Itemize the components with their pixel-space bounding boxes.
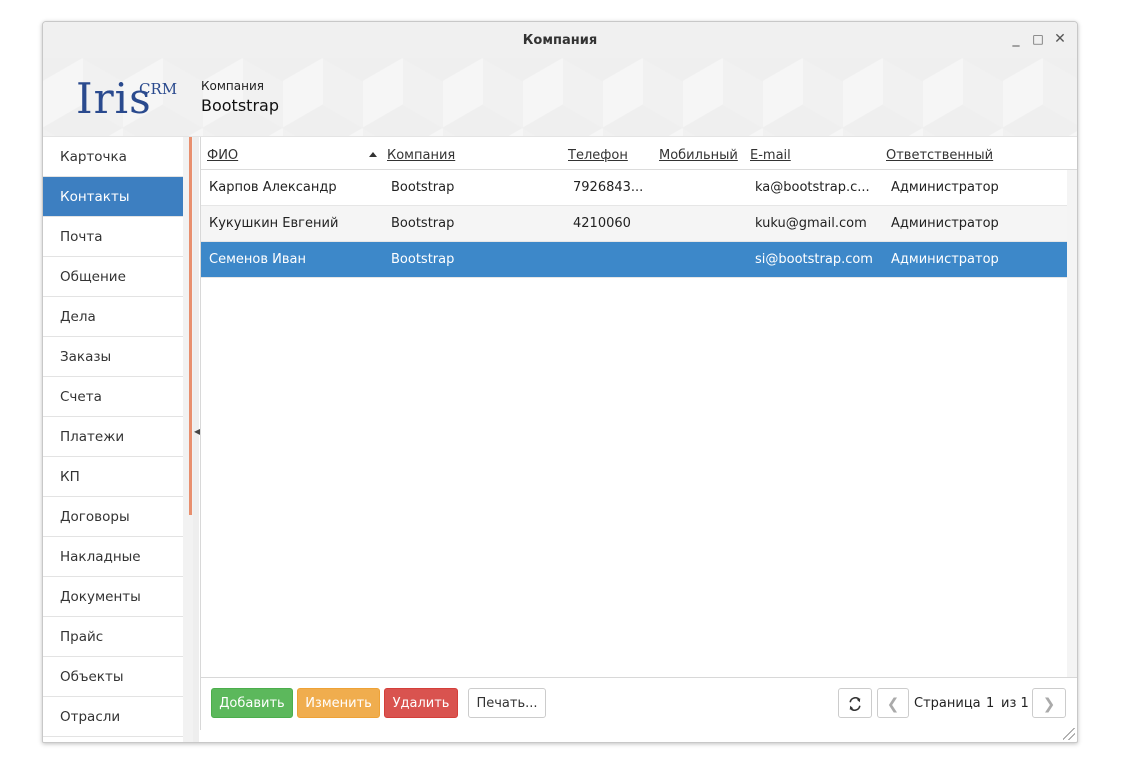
cell-owner: Администратор	[891, 180, 999, 195]
page-label: Страница	[914, 696, 981, 711]
sidebar-item[interactable]: Договоры	[43, 497, 183, 537]
contacts-grid: ФИО Компания Телефон Мобильный E-mail От…	[200, 137, 1077, 677]
cell-email: ka@bootstrap.c...	[755, 180, 870, 195]
add-button[interactable]: Добавить	[211, 688, 293, 718]
cell-phone: 4210060	[573, 216, 631, 231]
cell-owner: Администратор	[891, 216, 999, 231]
header: Iris CRM Компания Bootstrap	[43, 58, 1077, 137]
column-header-company[interactable]: Компания	[387, 148, 455, 163]
table-row[interactable]: Карпов Александр Bootstrap 7926843... ka@bo…	[201, 170, 1067, 206]
current-page[interactable]: 1	[986, 696, 994, 711]
table-row[interactable]: Кукушкин Евгений Bootstrap 4210060 kuku@gma…	[201, 206, 1067, 242]
column-header-mobile[interactable]: Мобильный	[659, 148, 738, 163]
cell-company: Bootstrap	[391, 180, 455, 195]
titlebar[interactable]: Компания _ □ ✕	[43, 22, 1077, 59]
cell-owner: Администратор	[891, 252, 999, 267]
cell-fio: Карпов Александр	[209, 180, 337, 195]
splitter-handle[interactable]	[189, 137, 192, 515]
chevron-left-icon: ❮	[886, 695, 900, 713]
sidebar-item[interactable]: Почта	[43, 217, 183, 257]
sidebar-item[interactable]: Дела	[43, 297, 183, 337]
company-label: Компания	[201, 79, 264, 93]
refresh-button[interactable]	[838, 688, 872, 718]
sidebar-item[interactable]: Платежи	[43, 417, 183, 457]
cell-company: Bootstrap	[391, 216, 455, 231]
sidebar-item[interactable]: Заказы	[43, 337, 183, 377]
column-header-phone[interactable]: Телефон	[568, 148, 628, 163]
minimize-icon[interactable]: _	[1009, 31, 1023, 47]
cell-email: si@bootstrap.com	[755, 252, 873, 267]
sidebar-item[interactable]: КП	[43, 457, 183, 497]
window-title: Компания	[522, 33, 598, 48]
grid-body: Карпов Александр Bootstrap 7926843... ka@bo…	[201, 170, 1077, 278]
cell-fio: Кукушкин Евгений	[209, 216, 339, 231]
column-header-fio[interactable]: ФИО	[207, 148, 238, 163]
grid-scrollbar[interactable]	[1067, 170, 1077, 677]
sidebar-item[interactable]: Прайс	[43, 617, 183, 657]
sidebar-item[interactable]: Карточка	[43, 137, 183, 177]
maximize-icon[interactable]: □	[1031, 31, 1045, 47]
sidebar: Карточка Контакты Почта Общение Дела Заказы Сч…	[43, 137, 183, 742]
logo: Iris CRM	[76, 78, 177, 120]
table-row[interactable]: Семенов Иван Bootstrap si@bootstrap.com Адм…	[201, 242, 1067, 278]
refresh-icon	[849, 697, 861, 711]
splitter-track[interactable]	[193, 137, 199, 742]
cell-phone: 7926843...	[573, 180, 644, 195]
cell-email: kuku@gmail.com	[755, 216, 867, 231]
company-window: Компания _ □ ✕ Iris CRM Компания Bootstr…	[42, 21, 1078, 743]
delete-button[interactable]: Удалить	[384, 688, 458, 718]
sidebar-item[interactable]: Объекты	[43, 657, 183, 697]
chevron-right-icon: ❯	[1042, 695, 1056, 713]
column-header-email[interactable]: E-mail	[750, 148, 791, 163]
print-button[interactable]: Печать...	[468, 688, 546, 718]
cell-company: Bootstrap	[391, 252, 455, 267]
cell-fio: Семенов Иван	[209, 252, 306, 267]
page-count: из 1	[1001, 696, 1029, 711]
close-icon[interactable]: ✕	[1053, 31, 1067, 47]
sidebar-item[interactable]: Контакты	[43, 177, 183, 217]
prev-page-button[interactable]: ❮	[877, 688, 909, 718]
resize-grip-icon[interactable]	[1063, 728, 1075, 740]
column-header-owner[interactable]: Ответственный	[886, 148, 993, 163]
sidebar-item[interactable]: Документы	[43, 577, 183, 617]
edit-button[interactable]: Изменить	[297, 688, 380, 718]
logo-sup: CRM	[139, 80, 178, 98]
sidebar-item[interactable]: Счета	[43, 377, 183, 417]
grid-toolbar: Добавить Изменить Удалить Печать... ❮ Ст…	[200, 677, 1077, 730]
sidebar-item[interactable]: Общение	[43, 257, 183, 297]
next-page-button[interactable]: ❯	[1032, 688, 1066, 718]
sort-asc-icon	[369, 152, 377, 157]
sidebar-item[interactable]: Накладные	[43, 537, 183, 577]
grid-header: ФИО Компания Телефон Мобильный E-mail От…	[201, 137, 1077, 170]
sidebar-item[interactable]: Отрасли	[43, 697, 183, 737]
company-name: Bootstrap	[201, 96, 279, 115]
